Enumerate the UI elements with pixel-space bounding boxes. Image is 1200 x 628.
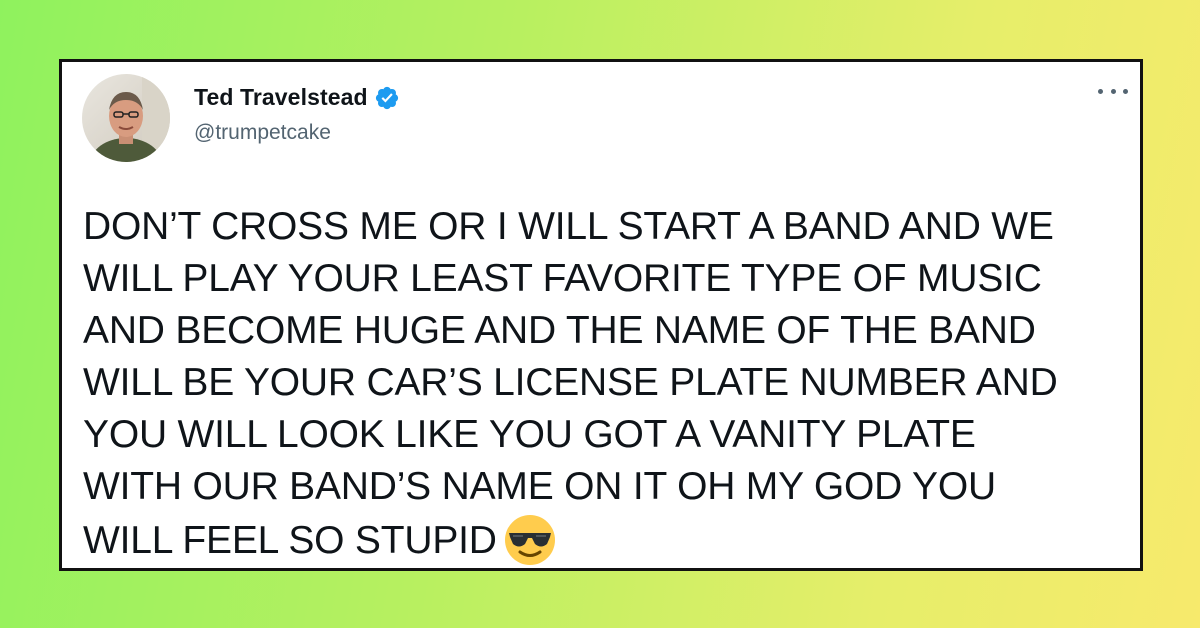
more-dot (1098, 88, 1103, 94)
author-name-row: Ted Travelstead (194, 84, 400, 111)
tweet-author: Ted Travelstead @trumpetcake (194, 84, 400, 145)
tweet-body: DON’T CROSS ME OR I WILL START A BAND AN… (83, 201, 1128, 567)
avatar-image (82, 74, 170, 162)
more-options-icon[interactable] (1098, 84, 1128, 98)
sunglasses-emoji-icon (503, 513, 557, 567)
more-dot (1123, 88, 1128, 94)
author-display-name[interactable]: Ted Travelstead (194, 84, 368, 111)
tweet-text: DON’T CROSS ME OR I WILL START A BAND AN… (83, 205, 1058, 562)
tweet-card: Ted Travelstead @trumpetcake DON’T CROSS… (59, 59, 1143, 571)
avatar[interactable] (82, 74, 170, 162)
verified-badge-icon (374, 85, 400, 111)
more-dot (1110, 88, 1116, 94)
author-handle[interactable]: @trumpetcake (194, 121, 400, 145)
